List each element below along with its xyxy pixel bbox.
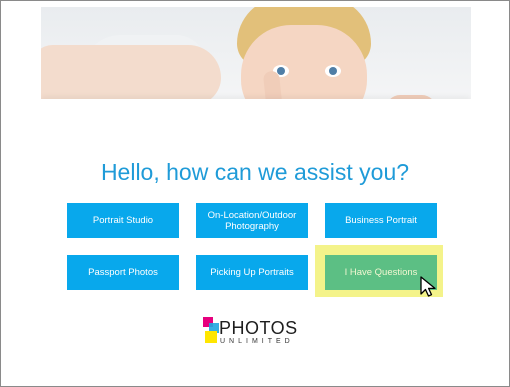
mouse-pointer-icon [420, 276, 436, 297]
kiosk-screen: Hello, how can we assist you? Portrait S… [0, 0, 510, 387]
on-location-outdoor-button[interactable]: On-Location/Outdoor Photography [196, 203, 308, 238]
child-arm [41, 45, 221, 105]
passport-photos-button[interactable]: Passport Photos [67, 255, 179, 290]
page-title: Hello, how can we assist you? [100, 159, 410, 185]
logo-wordmark: PHOTOS [219, 318, 298, 338]
photos-unlimited-logo: PHOTOS UNLIMITED [203, 317, 303, 347]
portrait-studio-button[interactable]: Portrait Studio [67, 203, 179, 238]
white-sign [41, 99, 471, 157]
business-portrait-button[interactable]: Business Portrait [325, 203, 437, 238]
child-eye-right [325, 65, 341, 77]
logo-subtitle: UNLIMITED [220, 338, 294, 345]
picking-up-portraits-button[interactable]: Picking Up Portraits [196, 255, 308, 290]
hero-photo [41, 7, 471, 157]
logo-yellow-square [205, 331, 217, 343]
